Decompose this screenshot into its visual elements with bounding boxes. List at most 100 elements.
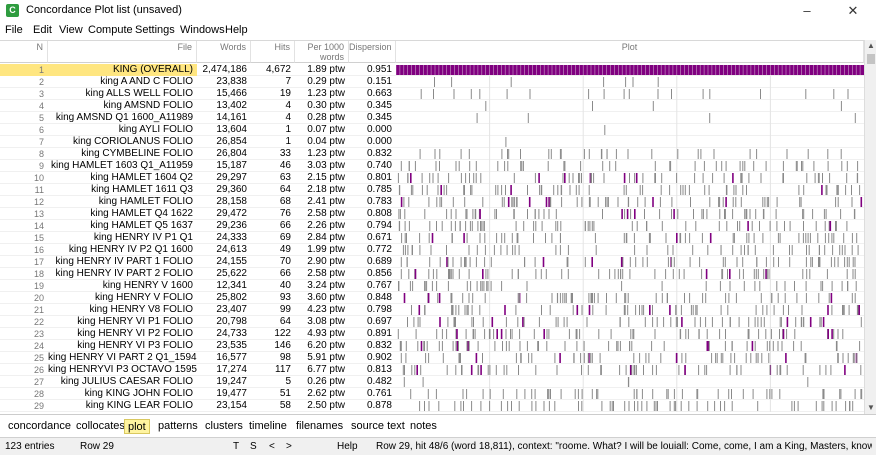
results-table: N File Words Hits Per 1000 words Dispers… <box>0 40 864 414</box>
vertical-scrollbar[interactable]: ▲ ▼ <box>864 40 876 414</box>
row-plot <box>396 232 864 244</box>
row-plot <box>396 280 864 292</box>
tab-timeline[interactable]: timeline <box>246 419 290 434</box>
table-row[interactable]: 20 king HENRY V FOLIO 25,802 93 3.60 ptw 0.84… <box>0 292 864 304</box>
row-per1000: 3.60 ptw <box>307 292 345 303</box>
row-per1000: 2.84 ptw <box>307 232 345 243</box>
row-dispersion: 0.951 <box>366 64 392 75</box>
menu-settings[interactable]: Settings <box>135 24 175 36</box>
menu-help[interactable]: Help <box>225 24 248 36</box>
table-row[interactable]: 28 king KING JOHN FOLIO 19,477 51 2.62 ptw 0.… <box>0 388 864 400</box>
tab-clusters[interactable]: clusters <box>202 419 246 434</box>
row-number: 2 <box>38 77 44 87</box>
table-row[interactable]: 21 king HENRY V8 FOLIO 23,407 99 4.23 ptw 0.7… <box>0 304 864 316</box>
row-per1000: 1.23 ptw <box>307 88 345 99</box>
row-dispersion: 0.808 <box>366 208 392 219</box>
tab-collocates[interactable]: collocates <box>73 419 128 434</box>
row-hits: 99 <box>279 304 291 315</box>
row-per1000: 6.20 ptw <box>307 340 345 351</box>
tab-plot[interactable]: plot <box>124 419 150 434</box>
row-plot <box>396 400 864 412</box>
menu-view[interactable]: View <box>59 24 83 36</box>
row-file: king AMSND Q1 1600_A11989 <box>55 112 193 123</box>
table-row[interactable]: 7 king CORIOLANUS FOLIO 26,854 1 0.04 ptw 0.0… <box>0 136 864 148</box>
table-row[interactable]: 10 king HAMLET 1604 Q2 29,297 63 2.15 ptw 0.8… <box>0 172 864 184</box>
dispersion-plot <box>489 136 771 148</box>
table-row[interactable]: 11 king HAMLET 1611 Q3 29,360 64 2.18 ptw 0.7… <box>0 184 864 196</box>
row-number: 13 <box>33 209 44 219</box>
dispersion-plot <box>419 148 842 160</box>
tab-source-text[interactable]: source text <box>348 419 408 434</box>
dispersion-plot <box>434 76 771 88</box>
tab-concordance[interactable]: concordance <box>5 419 74 434</box>
menu-edit[interactable]: Edit <box>33 24 52 36</box>
row-dispersion: 0.482 <box>366 376 392 387</box>
menu-file[interactable]: File <box>5 24 23 36</box>
table-row[interactable]: 18 king HENRY IV PART 2 FOLIO 25,622 66 2.58… <box>0 268 864 280</box>
table-row[interactable]: 27 king JULIUS CAESAR FOLIO 19,247 5 0.26 pt… <box>0 376 864 388</box>
row-file: king HAMLET 1611 Q3 <box>91 184 193 195</box>
status-prev-button[interactable]: < <box>269 441 275 452</box>
column-header-per1000[interactable]: Per 1000 words <box>295 41 349 63</box>
table-row[interactable]: 15 king HENRY IV P1 Q1 24,333 69 2.84 ptw 0.6… <box>0 232 864 244</box>
table-row[interactable]: 24 king HENRY VI P3 FOLIO 23,535 146 6.20 pt… <box>0 340 864 352</box>
row-dispersion: 0.794 <box>366 220 392 231</box>
table-row[interactable]: 23 king HENRY VI P2 FOLIO 24,733 122 4.93 pt… <box>0 328 864 340</box>
row-plot <box>396 136 864 148</box>
tab-filenames[interactable]: filenames <box>293 419 346 434</box>
column-header-words[interactable]: Words <box>197 41 251 63</box>
row-hits: 66 <box>279 220 291 231</box>
row-words: 29,472 <box>216 208 247 219</box>
status-t-button[interactable]: T <box>233 441 239 452</box>
scroll-thumb[interactable] <box>867 54 875 64</box>
table-row[interactable]: 26 king HENRYVI P3 OCTAVO 1595 17,274 117 6.… <box>0 364 864 376</box>
tab-patterns[interactable]: patterns <box>155 419 201 434</box>
table-row[interactable]: 3 king ALLS WELL FOLIO 15,466 19 1.23 ptw 0.6… <box>0 88 864 100</box>
row-dispersion: 0.878 <box>366 400 392 411</box>
column-header-n[interactable]: N <box>0 41 48 63</box>
menu-windows[interactable]: Windows <box>180 24 225 36</box>
scroll-down-icon[interactable]: ▼ <box>865 402 876 414</box>
row-file: king HENRY V 1600 <box>102 280 193 291</box>
column-header-dispersion[interactable]: Dispersion <box>349 41 396 63</box>
table-row[interactable]: 12 king HAMLET FOLIO 28,158 68 2.41 ptw 0.783 <box>0 196 864 208</box>
status-help-button[interactable]: Help <box>337 441 358 452</box>
table-row[interactable]: 16 king HENRY IV P2 Q1 1600 24,613 49 1.99 p… <box>0 244 864 256</box>
table-row[interactable]: 17 king HENRY IV PART 1 FOLIO 24,155 70 2.90… <box>0 256 864 268</box>
tab-notes[interactable]: notes <box>407 419 440 434</box>
row-plot <box>396 268 864 280</box>
app-icon: C <box>6 4 19 17</box>
scroll-up-icon[interactable]: ▲ <box>865 40 876 52</box>
dispersion-plot <box>489 124 771 136</box>
table-row[interactable]: 2 king A AND C FOLIO 23,838 7 0.29 ptw 0.151 <box>0 76 864 88</box>
table-row[interactable]: 6 king AYLI FOLIO 13,604 1 0.07 ptw 0.000 <box>0 124 864 136</box>
row-number: 7 <box>38 137 44 147</box>
table-row[interactable]: 9 king HAMLET 1603 Q1_A11959 15,187 46 3.03 … <box>0 160 864 172</box>
table-row[interactable]: 19 king HENRY V 1600 12,341 40 3.24 ptw 0.767 <box>0 280 864 292</box>
column-header-plot[interactable]: Plot <box>396 41 864 63</box>
dispersion-plot <box>400 352 858 364</box>
table-row[interactable]: 25 king HENRY VI PART 2 Q1_1594 16,577 98 5.… <box>0 352 864 364</box>
dispersion-plot <box>400 268 856 280</box>
row-file: king HAMLET 1604 Q2 <box>90 172 193 183</box>
status-s-button[interactable]: S <box>250 441 257 452</box>
table-row[interactable]: 13 king HAMLET Q4 1622 29,472 76 2.58 ptw 0.8… <box>0 208 864 220</box>
row-words: 13,604 <box>216 124 247 135</box>
table-row[interactable]: 1 KING (OVERALL) 2,474,186 4,672 1.89 ptw 0.9… <box>0 64 864 76</box>
column-header-file[interactable]: File <box>48 41 197 63</box>
table-row[interactable]: 5 king AMSND Q1 1600_A11989 14,161 4 0.28 pt… <box>0 112 864 124</box>
column-header-hits[interactable]: Hits <box>251 41 295 63</box>
close-button[interactable]: ✕ <box>830 0 876 21</box>
row-file: king KING JOHN FOLIO <box>84 388 193 399</box>
row-dispersion: 0.671 <box>366 232 392 243</box>
status-next-button[interactable]: > <box>286 441 292 452</box>
menu-compute[interactable]: Compute <box>88 24 133 36</box>
table-row[interactable]: 4 king AMSND FOLIO 13,402 4 0.30 ptw 0.345 <box>0 100 864 112</box>
table-row[interactable]: 14 king HAMLET Q5 1637 29,236 66 2.26 ptw 0.7… <box>0 220 864 232</box>
minimize-button[interactable]: – <box>784 0 830 21</box>
table-row[interactable]: 8 king CYMBELINE FOLIO 26,804 33 1.23 ptw 0.8… <box>0 148 864 160</box>
row-words: 25,622 <box>216 268 247 279</box>
table-row[interactable]: 22 king HENRY VI P1 FOLIO 20,798 64 3.08 ptw… <box>0 316 864 328</box>
table-row[interactable]: 29 king KING LEAR FOLIO 23,154 58 2.50 ptw 0.… <box>0 400 864 412</box>
dispersion-plot <box>400 256 856 268</box>
